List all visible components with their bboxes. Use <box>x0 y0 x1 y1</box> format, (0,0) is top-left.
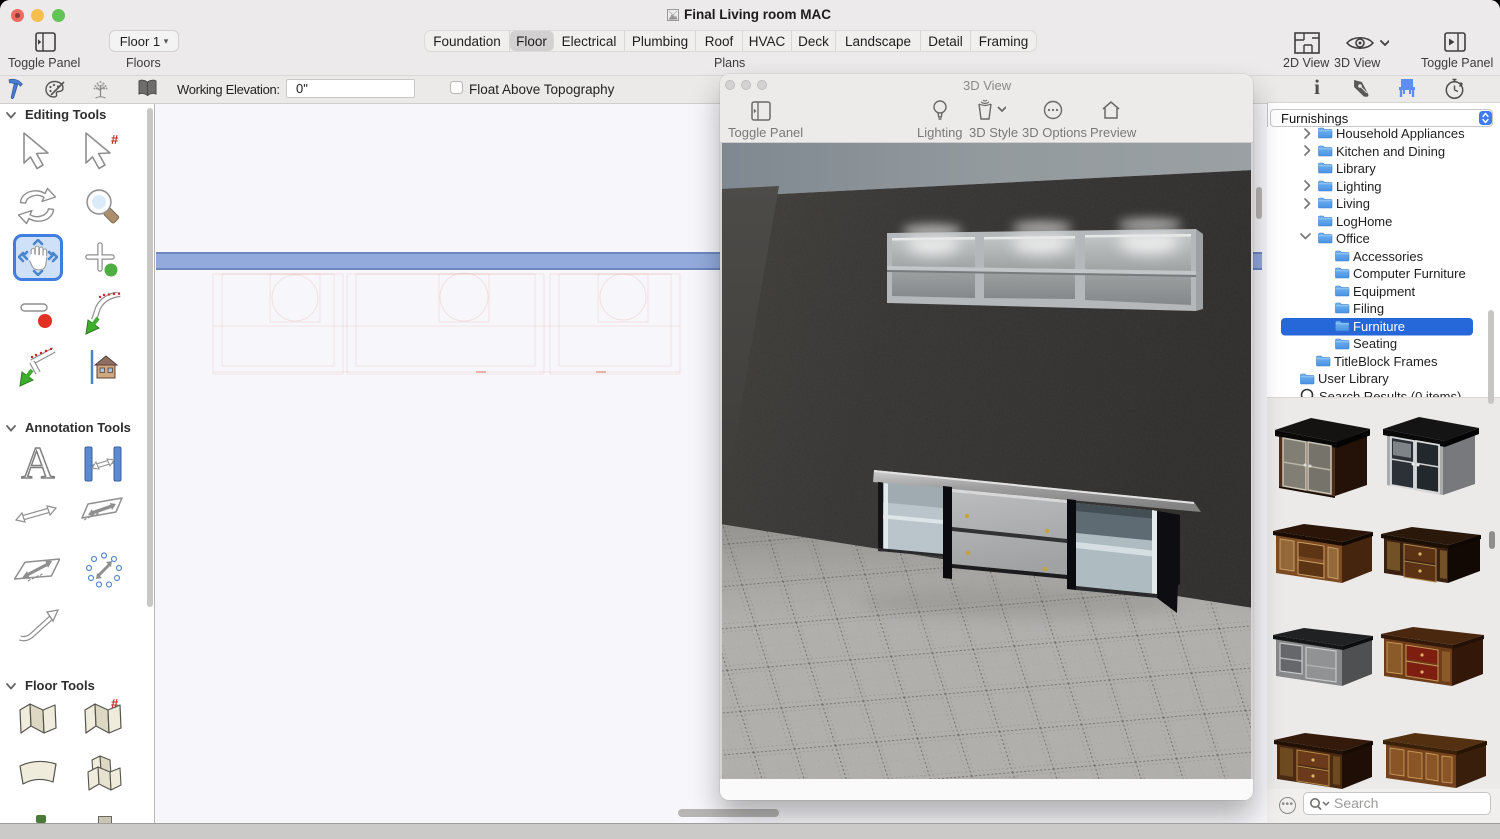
svg-text:A: A <box>21 444 54 484</box>
svg-text:#: # <box>111 132 119 147</box>
svg-text:#: # <box>111 698 119 711</box>
